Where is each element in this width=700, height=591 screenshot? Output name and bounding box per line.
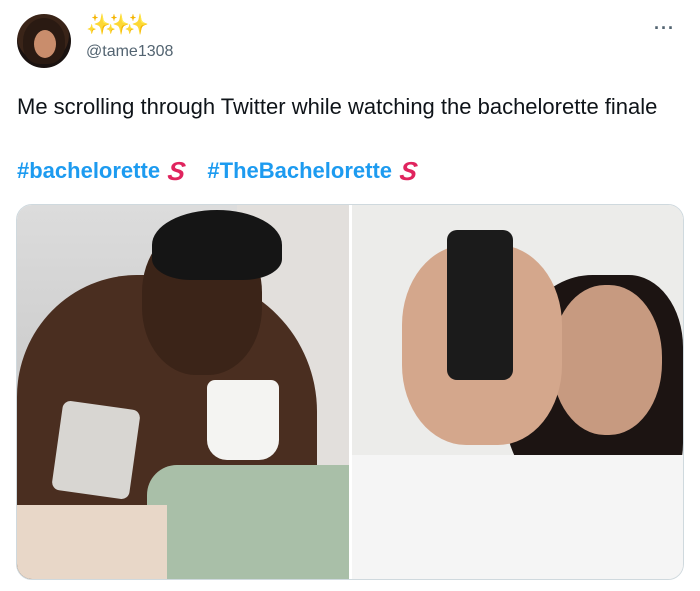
- image-pillow: [17, 505, 167, 579]
- sparkle-icon: ✨: [86, 14, 111, 36]
- media-image-right[interactable]: [352, 205, 683, 579]
- sparkle-icon: ✨: [105, 14, 130, 36]
- image-phone: [447, 230, 513, 380]
- hashtag-link[interactable]: #TheBachelorette: [207, 158, 392, 184]
- avatar[interactable]: [17, 14, 71, 68]
- tweet-text: Me scrolling through Twitter while watch…: [17, 94, 658, 119]
- hashtag-row: #bachelorette S #TheBachelorette S: [17, 156, 439, 186]
- image-durag: [152, 210, 282, 280]
- display-name[interactable]: ✨ ✨ ✨: [86, 14, 149, 36]
- tweet: ✨ ✨ ✨ @tame1308 ··· Me scrolling through…: [0, 0, 700, 591]
- image-person-face: [552, 285, 662, 435]
- image-phone: [51, 400, 141, 500]
- media-image-left[interactable]: [17, 205, 349, 579]
- sparkle-icon: ✨: [124, 14, 149, 36]
- media-grid: [16, 204, 684, 580]
- hashtag-emoji-icon: S: [166, 155, 188, 186]
- more-options-icon[interactable]: ···: [654, 18, 675, 39]
- hashtag-link[interactable]: #bachelorette: [17, 158, 160, 184]
- user-handle[interactable]: @tame1308: [86, 43, 173, 61]
- avatar-face: [34, 30, 56, 58]
- image-bedsheet: [147, 465, 349, 579]
- hashtag-emoji-icon: S: [397, 155, 420, 186]
- image-tea-cup: [207, 380, 279, 460]
- image-blanket: [352, 455, 683, 579]
